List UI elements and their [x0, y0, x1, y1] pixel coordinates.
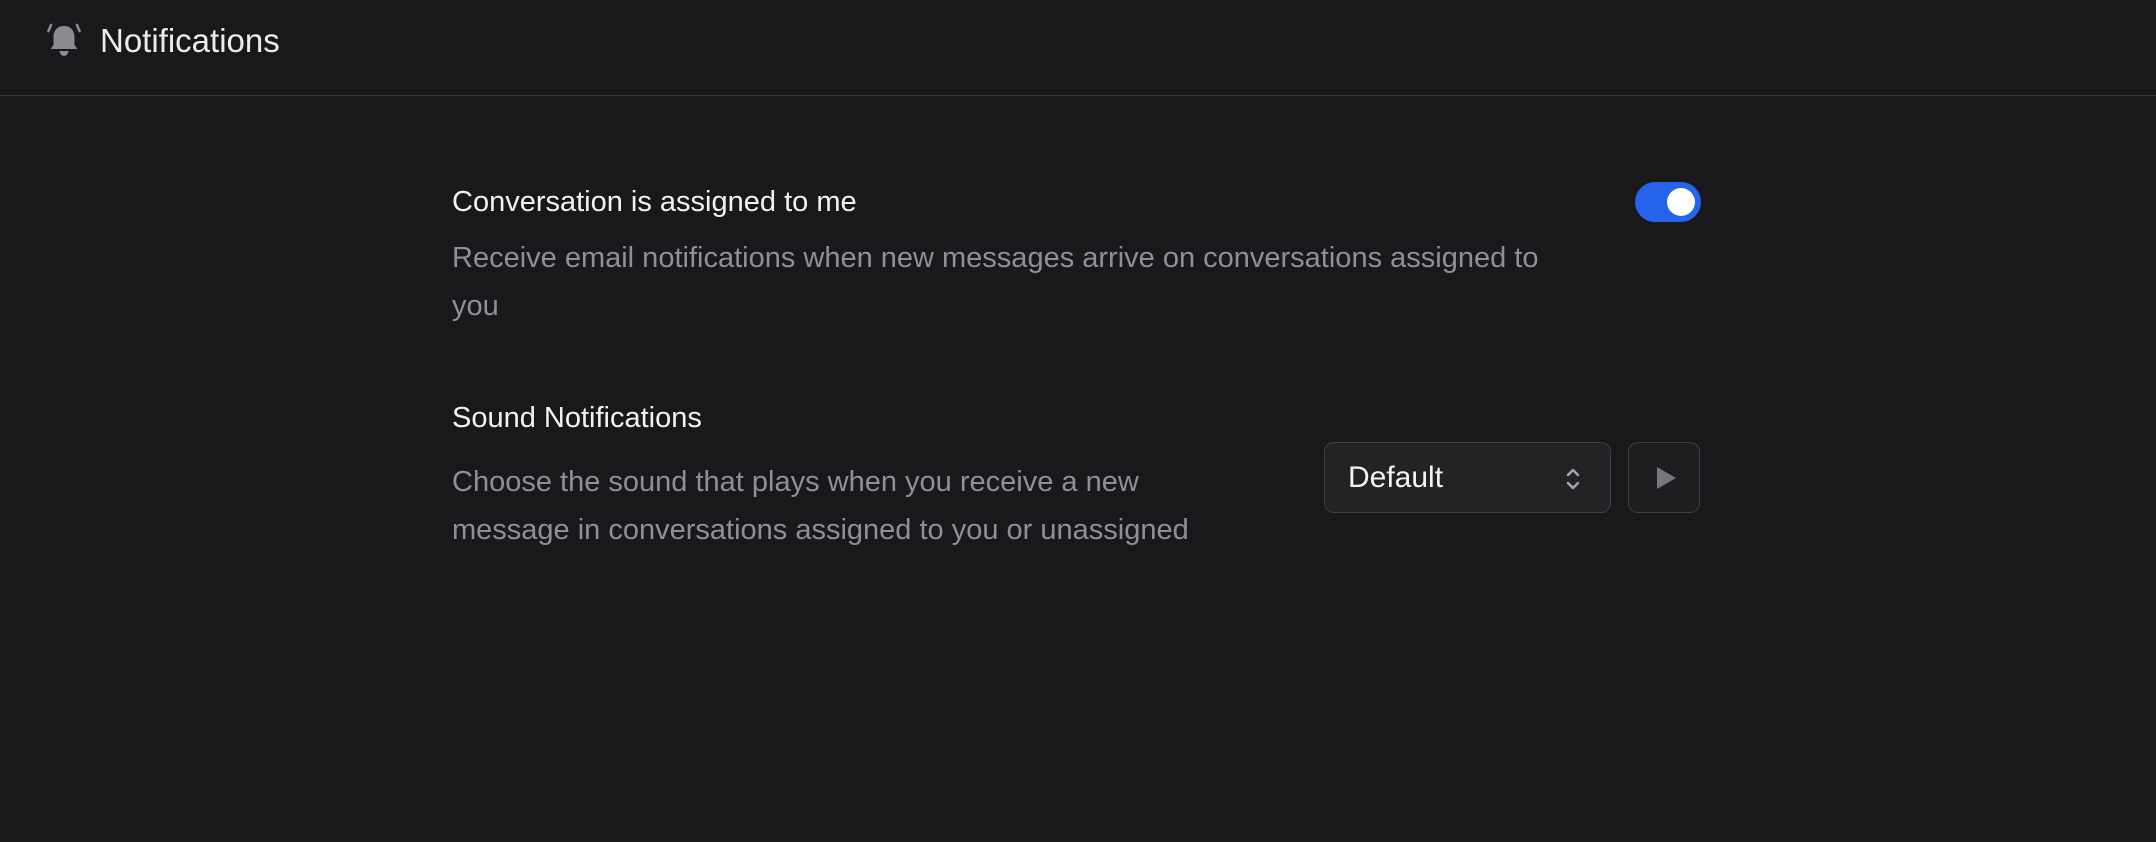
assigned-setting-description-line1: Receive email notifications when new mes…: [452, 242, 1539, 274]
assigned-setting-title: Conversation is assigned to me: [452, 186, 857, 218]
page-title: Notifications: [100, 22, 280, 59]
play-icon: [1657, 467, 1676, 489]
toggle-knob: [1667, 188, 1695, 216]
sound-setting-description-line1: Choose the sound that plays when you rec…: [452, 466, 1139, 498]
bell-icon: [47, 23, 81, 56]
play-sound-button[interactable]: [1628, 442, 1700, 513]
assigned-setting-description-line2: you: [452, 290, 499, 322]
chevron-up-down-icon: [1566, 468, 1580, 490]
assigned-notification-toggle[interactable]: [1635, 182, 1701, 222]
page-header: Notifications: [0, 0, 2156, 96]
sound-select-value: Default: [1348, 461, 1444, 494]
sound-setting-title: Sound Notifications: [452, 402, 702, 434]
sound-setting-description-line2: message in conversations assigned to you…: [452, 514, 1189, 546]
sound-select[interactable]: Default: [1324, 442, 1611, 513]
